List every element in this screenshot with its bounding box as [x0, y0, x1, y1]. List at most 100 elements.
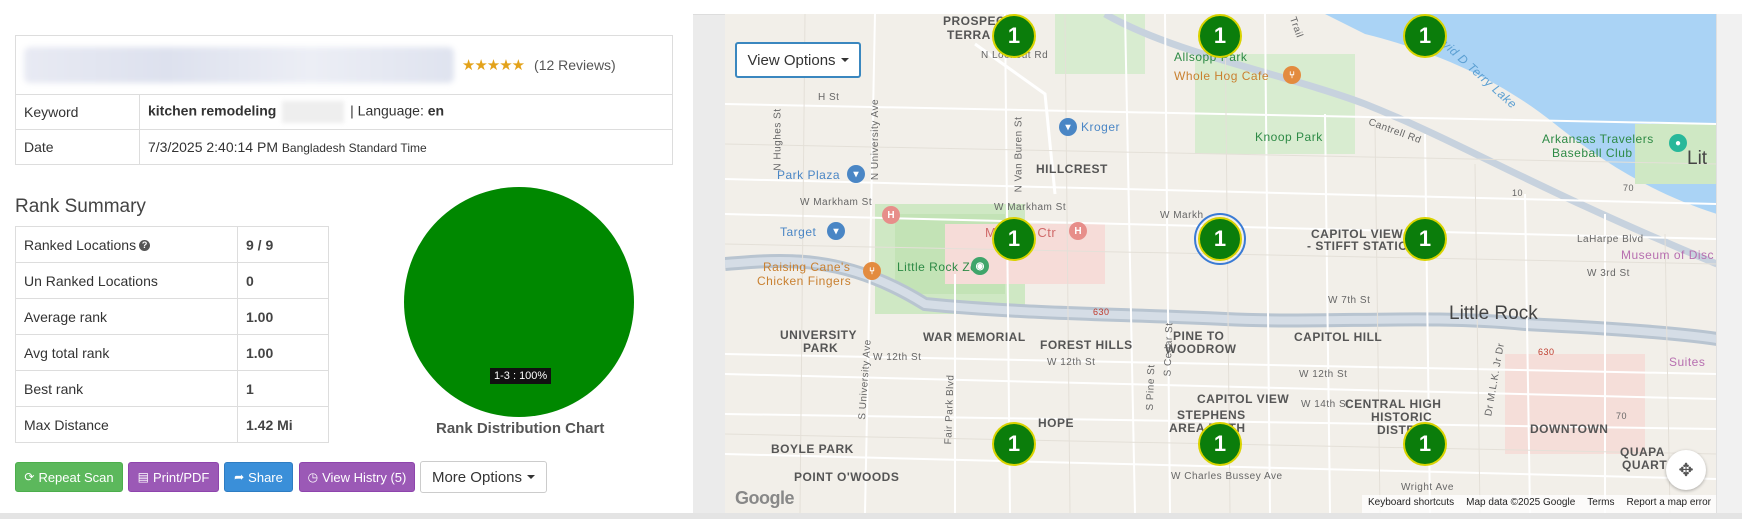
caret-down-icon [840, 58, 849, 62]
rating-stars: ★★★★★ [461, 57, 525, 74]
shopping-icon[interactable]: ▾ [827, 222, 845, 240]
date-cell: 7/3/2025 2:40:14 PM Bangladesh Standard … [139, 129, 673, 165]
street-label: W Markham St [994, 202, 1067, 213]
street-label: W 12th St [1299, 369, 1348, 380]
rank-marker[interactable]: 1 [1198, 14, 1242, 58]
table-row: Average rank 1.00 [15, 298, 329, 335]
city-label: Lit [1687, 148, 1708, 169]
zoo-icon[interactable]: ◉ [971, 257, 989, 275]
blurred-location [282, 101, 345, 123]
map-label: QUART [1622, 458, 1668, 472]
rank-summary-table: Ranked Locations? 9 / 9 Un Ranked Locati… [15, 226, 329, 443]
poi-label: Raising Cane's [763, 260, 851, 274]
poi-label: Arkansas Travelers [1542, 132, 1654, 146]
city-label: Little Rock [1449, 303, 1538, 324]
rank-row-label: Max Distance [15, 406, 238, 443]
restaurant-icon[interactable]: ⑂ [863, 262, 881, 280]
table-row: Un Ranked Locations 0 [15, 262, 329, 299]
map-label: PINE TO [1173, 329, 1225, 343]
language-value: en [427, 102, 445, 119]
street-label: W Markham St [800, 197, 873, 208]
map-data-attribution: Map data ©2025 Google [1466, 497, 1576, 508]
map-label: CAPITOL VIEW [1197, 392, 1290, 406]
chart-title: Rank Distribution Chart [436, 420, 605, 437]
street-label: N Van Buren St [1013, 116, 1025, 193]
rank-map[interactable]: PROSPECT TERRA HILLCREST UNIVERSITY PARK… [725, 14, 1717, 513]
repeat-scan-button[interactable]: ⟳ Repeat Scan [15, 462, 123, 492]
print-pdf-button[interactable]: ▤ Print/PDF [128, 462, 219, 492]
map-footer: Keyboard shortcuts Map data ©2025 Google… [1361, 495, 1717, 513]
timezone: Bangladesh Standard Time [281, 141, 427, 155]
terms-link[interactable]: Terms [1587, 497, 1614, 513]
map-label: WAR MEMORIAL [923, 330, 1026, 344]
rank-summary-title: Rank Summary [15, 196, 146, 217]
scrollbar[interactable] [1716, 14, 1742, 513]
street-label: H St [818, 92, 840, 103]
rank-row-value: 0 [237, 262, 329, 299]
rank-row-value: 1.00 [237, 298, 329, 335]
street-label: LaHarpe Blvd [1577, 234, 1644, 245]
shopping-icon[interactable]: ▾ [1059, 118, 1077, 136]
caret-down-icon [527, 475, 536, 479]
map-label: UNIVERSITY [780, 328, 858, 342]
blurred-business-name [24, 47, 454, 83]
rank-marker[interactable]: 1 [992, 217, 1036, 261]
keyword-label: Keyword [15, 94, 140, 130]
more-options-button[interactable]: More Options [420, 461, 547, 493]
poi-label: Chicken Fingers [757, 274, 852, 288]
poi-label: Park Plaza [777, 168, 841, 182]
street-label: W Charles Bussey Ave [1171, 471, 1283, 482]
street-label: W 14th St [1301, 399, 1350, 410]
reviews-count: (12 Reviews) [534, 57, 616, 73]
camera-control-icon[interactable]: ✥ [1666, 450, 1706, 490]
map-label: WOODROW [1165, 342, 1237, 356]
help-icon[interactable]: ? [139, 240, 151, 252]
map-label: TERRA [947, 28, 991, 42]
poi-label: Suites [1669, 355, 1706, 369]
rank-marker[interactable]: 1 [1403, 14, 1447, 58]
street-label: W 7th St [1328, 295, 1371, 306]
keyword-value: kitchen remodeling [148, 102, 277, 119]
print-icon: ▤ [137, 470, 149, 484]
poi-label: Knoop Park [1255, 130, 1323, 144]
stadium-icon[interactable]: ● [1669, 134, 1687, 152]
report-error-link[interactable]: Report a map error [1627, 497, 1711, 513]
rank-row-value: 1.00 [237, 334, 329, 371]
report-title-cell: ★★★★★ (12 Reviews) [15, 35, 673, 95]
street-label: Wright Ave [1401, 482, 1454, 493]
hospital-icon[interactable]: H [1069, 222, 1087, 240]
street-label: S Pine St [1144, 364, 1158, 411]
map-label: PARK [803, 341, 839, 355]
street-label: N University Ave [870, 98, 882, 181]
rank-row-value: 1 [237, 370, 329, 407]
rank-marker[interactable]: 1 [1403, 422, 1447, 466]
pie-slice-label: 1-3 : 100% [490, 368, 552, 384]
share-icon: ➦ [234, 470, 245, 484]
rank-marker[interactable]: 1 [992, 422, 1036, 466]
table-row: Avg total rank 1.00 [15, 334, 329, 371]
map-label: - STIFFT STATION [1307, 239, 1418, 253]
hospital-icon[interactable]: H [882, 206, 900, 224]
rank-marker[interactable]: 1 [1403, 217, 1447, 261]
keyword-cell: kitchen remodeling | Language: en [139, 94, 673, 130]
view-options-button[interactable]: View Options [735, 42, 861, 78]
shopping-icon[interactable]: ▾ [847, 165, 865, 183]
map-label: DOWNTOWN [1530, 422, 1609, 436]
rank-row-label: Ranked Locations? [15, 226, 238, 263]
street-label: W 12th St [873, 352, 922, 363]
poi-label: Whole Hog Cafe [1174, 69, 1270, 83]
poi-label: Target [780, 225, 817, 239]
highway-shield: 630 [1093, 307, 1110, 317]
clock-icon: ◷ [307, 470, 319, 484]
date-label: Date [15, 129, 140, 165]
map-label: FOREST HILLS [1040, 338, 1133, 352]
keyboard-shortcuts-link[interactable]: Keyboard shortcuts [1368, 497, 1454, 513]
rank-marker-selected[interactable]: 1 [1194, 213, 1246, 265]
restaurant-icon[interactable]: ⑂ [1283, 66, 1301, 84]
view-history-button[interactable]: ◷ View Histry (5) [299, 462, 415, 492]
rank-row-value: 1.42 Mi [237, 406, 329, 443]
share-button[interactable]: ➦ Share [224, 462, 293, 492]
table-row: Ranked Locations? 9 / 9 [15, 226, 329, 263]
rank-marker[interactable]: 1 [992, 14, 1036, 58]
rank-marker[interactable]: 1 [1198, 422, 1242, 466]
